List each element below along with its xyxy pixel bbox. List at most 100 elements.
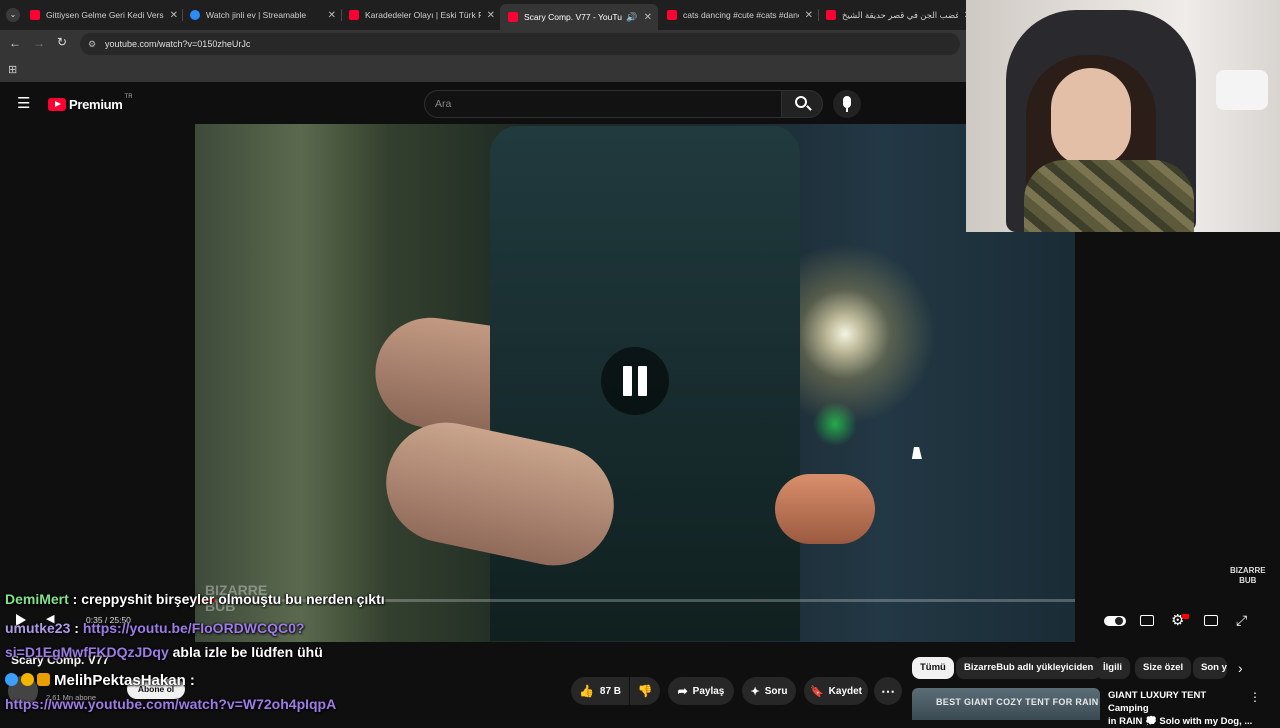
chat-message: https://www.youtube.com/watch?v=W72oh4pI…	[5, 696, 336, 712]
chip-all[interactable]: Tümü	[912, 657, 954, 679]
youtube-logo[interactable]: Premium TR	[48, 93, 133, 112]
chat-link[interactable]: https://www.youtube.com/watch?v=W72oh4pI…	[5, 696, 336, 712]
tab-title: cats dancing #cute #cats #danc	[683, 10, 799, 20]
sparkle-icon: ✦	[750, 685, 760, 698]
tab-title: Watch jinli ev | Streamable	[206, 10, 307, 20]
chat-badge-icon	[21, 673, 34, 686]
tab-3-active[interactable]: Scary Comp. V77 - YouTube 🔊 ✕	[500, 4, 658, 30]
subtitles-icon[interactable]	[1140, 615, 1154, 626]
thumbnail-text: BEST GIANT COZY TENT FOR RAIN	[936, 697, 1099, 707]
chat-badge-icon	[5, 673, 18, 686]
tab-5[interactable]: غضب الجن في قصر حديقة الشيخ ✕	[826, 4, 972, 26]
reload-icon[interactable]: ↻	[57, 35, 67, 49]
country-badge: TR	[124, 93, 133, 100]
tab-title: Scary Comp. V77 - YouTube	[524, 12, 623, 22]
more-options-icon[interactable]: ⋮	[1249, 690, 1261, 704]
hd-badge-icon	[1182, 614, 1189, 619]
autoplay-toggle[interactable]	[1104, 616, 1126, 626]
ask-button[interactable]: ✦ Soru	[742, 677, 796, 705]
save-button[interactable]: 🔖 Kaydet	[804, 677, 868, 705]
chip-for-you[interactable]: Size özel	[1135, 657, 1192, 679]
tab-close-icon[interactable]: ✕	[805, 10, 813, 21]
pause-button[interactable]	[601, 347, 669, 415]
dislike-button[interactable]: 👎	[630, 677, 660, 705]
tab-title: Gittiysen Gelme Geri Kedi Versiy	[46, 10, 164, 20]
apps-grid-icon[interactable]: ⊞	[8, 63, 17, 76]
ask-label: Soru	[764, 685, 788, 697]
search-input[interactable]: Ara	[424, 90, 782, 118]
chat-text: :	[185, 672, 195, 689]
address-bar[interactable]: ⚙ youtube.com/watch?v=0150zheUrJc	[80, 33, 960, 55]
recommendation-thumbnail[interactable]: BEST GIANT COZY TENT FOR RAIN	[912, 688, 1100, 720]
mouse-cursor-icon	[911, 447, 925, 459]
youtube-favicon-icon	[508, 12, 518, 22]
share-label: Paylaş	[692, 685, 725, 697]
back-arrow-icon[interactable]: ←	[9, 36, 21, 50]
more-actions-button[interactable]: ⋯	[874, 677, 902, 705]
save-label: Kaydet	[828, 685, 863, 697]
youtube-favicon-icon	[826, 10, 836, 20]
bookmark-icon: 🔖	[809, 685, 824, 698]
youtube-favicon-icon	[30, 10, 40, 20]
tab-2[interactable]: Karadedeler Olayı | Eski Türk Fil ✕	[349, 4, 495, 26]
chat-username: umutke23	[5, 620, 71, 636]
chip-uploader[interactable]: BizarreBub adlı yükleyiciden	[956, 657, 1102, 679]
chat-link[interactable]: si=D1EgMwfFKDQzJDqy	[5, 644, 169, 660]
voice-search-button[interactable]	[833, 90, 861, 118]
chat-text: abla izle be lüdfen ühü	[168, 644, 323, 660]
share-button[interactable]: ➦ Paylaş	[668, 677, 734, 705]
thumbs-up-icon: 👍	[578, 684, 594, 698]
webcam-overlay	[966, 0, 1280, 232]
tab-1[interactable]: Watch jinli ev | Streamable ✕	[190, 4, 336, 26]
miniplayer-icon[interactable]	[1204, 615, 1218, 626]
streamer-face	[1051, 68, 1131, 166]
chat-link[interactable]: https://youtu.be/FIoORDWCQC0?	[83, 620, 305, 636]
premium-label: Premium	[69, 97, 123, 112]
site-info-icon[interactable]: ⚙	[88, 33, 96, 55]
streamer-shirt	[1024, 160, 1194, 232]
watermark-line1: BIZARRE	[1230, 566, 1266, 575]
tab-title: Karadedeler Olayı | Eski Türk Fil	[365, 10, 481, 20]
audio-playing-icon[interactable]: 🔊	[626, 12, 637, 23]
tab-4[interactable]: cats dancing #cute #cats #danc ✕	[667, 4, 813, 26]
channel-watermark: BIZARRE BUB	[1230, 566, 1266, 586]
video-frame-content	[775, 474, 875, 544]
tab-close-icon[interactable]: ✕	[170, 10, 178, 21]
youtube-favicon-icon	[349, 10, 359, 20]
chat-message: si=D1EgMwfFKDQzJDqy abla izle be lüdfen …	[5, 644, 323, 660]
tab-close-icon[interactable]: ✕	[644, 12, 652, 23]
microphone-icon	[843, 96, 851, 108]
recommendation-title-line2: in RAIN 💭 Solo with my Dog, ...	[1108, 716, 1253, 727]
chat-message: DemiMert : creppyshit birşeyler olmouştu…	[5, 591, 385, 607]
recommendation-title-line1: GIANT LUXURY TENT Camping	[1108, 690, 1207, 714]
chat-badge-icon	[37, 673, 50, 686]
chat-username: DemiMert	[5, 591, 69, 607]
youtube-favicon-icon	[667, 10, 677, 20]
like-count: 87 B	[599, 685, 622, 697]
tab-close-icon[interactable]: ✕	[487, 10, 495, 21]
forward-arrow-icon[interactable]: →	[33, 36, 45, 50]
chat-text: : creppyshit birşeyler olmouştu bu nerde…	[68, 591, 385, 607]
tab-search-chevron-icon[interactable]: ⌄	[6, 8, 20, 22]
recommendation-title[interactable]: GIANT LUXURY TENT Camping in RAIN 💭 Solo…	[1108, 689, 1253, 728]
menu-hamburger-icon[interactable]: ☰	[17, 94, 30, 112]
search-button[interactable]	[781, 90, 823, 118]
share-arrow-icon: ➦	[677, 684, 688, 698]
webcam-background	[1216, 70, 1268, 110]
tab-0[interactable]: Gittiysen Gelme Geri Kedi Versiy ✕	[30, 4, 178, 26]
chat-message: umutke23 : https://youtu.be/FIoORDWCQC0?	[5, 620, 305, 636]
like-button[interactable]: 👍 87 B	[571, 677, 629, 705]
chat-username: MelihPektasHakan	[54, 672, 186, 689]
thumbs-down-icon: 👎	[637, 684, 653, 698]
url-text: youtube.com/watch?v=0150zheUrJc	[105, 39, 251, 49]
chat-message: MelihPektasHakan :	[5, 672, 195, 689]
tab-title: غضب الجن في قصر حديقة الشيخ	[842, 9, 958, 20]
chevron-right-icon[interactable]: ›	[1238, 660, 1243, 676]
fullscreen-icon[interactable]: ⤢	[1236, 612, 1247, 629]
youtube-play-logo-icon	[48, 98, 66, 111]
streamable-favicon-icon	[190, 10, 200, 20]
chip-related[interactable]: İlgili	[1095, 657, 1130, 679]
chip-recent[interactable]: Son y	[1193, 657, 1227, 679]
tab-close-icon[interactable]: ✕	[328, 10, 336, 21]
watermark-line2: BUB	[1239, 576, 1257, 585]
